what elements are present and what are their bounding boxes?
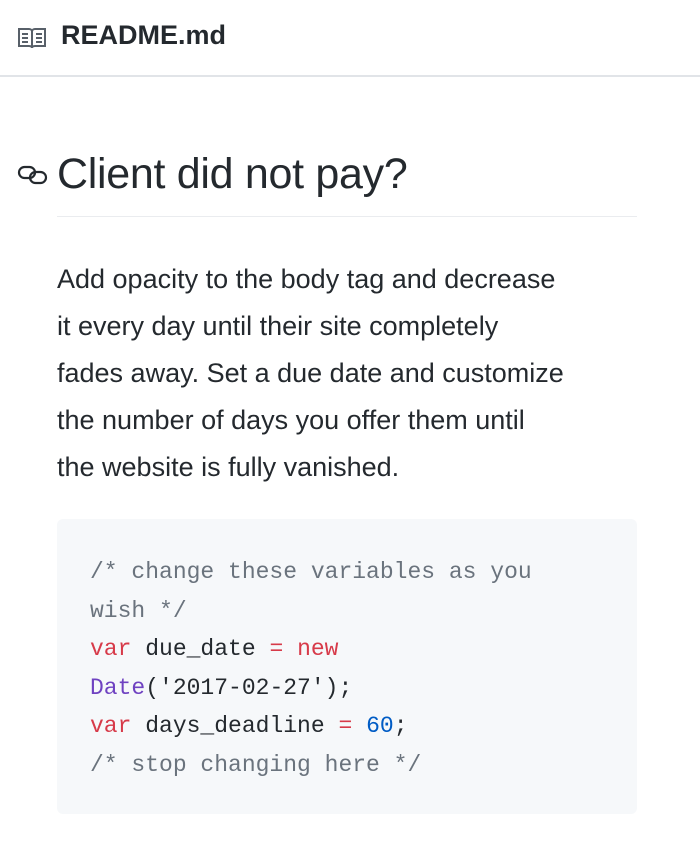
code-token-comment: /* change these variables as you [90, 559, 532, 585]
code-token-keyword: var [90, 713, 132, 739]
code-token-comment: /* stop changing here */ [90, 751, 422, 778]
code-token-plain: due_date [131, 636, 270, 662]
heading-divider [57, 216, 637, 217]
file-name[interactable]: README.md [61, 20, 226, 51]
paragraph-line: the website is fully vanished. [57, 452, 400, 482]
code-token-plain: days_deadline [131, 713, 339, 739]
link-icon[interactable] [17, 164, 49, 191]
code-token-plain: ; [393, 713, 408, 739]
code-line: var days_deadline = 60; [90, 707, 532, 746]
code-token-num: 60 [366, 713, 394, 739]
code-token-keyword: = [269, 636, 284, 662]
code-token-fn: Date [90, 674, 146, 701]
paragraph-line: Add opacity to the body tag and decrease [57, 264, 556, 294]
description-paragraph: Add opacity to the body tag and decrease… [57, 256, 564, 491]
book-icon [17, 26, 47, 55]
section-heading: Client did not pay? [57, 150, 408, 198]
code-block: /* change these variables as you wish */ v… [57, 519, 637, 814]
code-token-keyword: new [297, 636, 339, 662]
file-header: README.md [0, 0, 700, 77]
code-line: /* stop changing here */ [90, 746, 532, 785]
paragraph-line: fades away. Set a due date and customize [57, 358, 564, 388]
code-line: wish */ [90, 592, 532, 631]
code-token-comment: wish */ [90, 597, 187, 624]
code-line: Date('2017-02-27'); [90, 669, 532, 708]
code-line: var due_date = new [90, 630, 532, 669]
code-line: /* change these variables as you [90, 553, 532, 592]
paragraph-line: it every day until their site completely [57, 311, 499, 341]
paragraph-line: the number of days you offer them until [57, 405, 525, 435]
code-token-keyword: var [90, 636, 132, 662]
code-token-keyword: = [338, 713, 353, 739]
code-token-plain: ('2017-02-27'); [145, 674, 353, 701]
